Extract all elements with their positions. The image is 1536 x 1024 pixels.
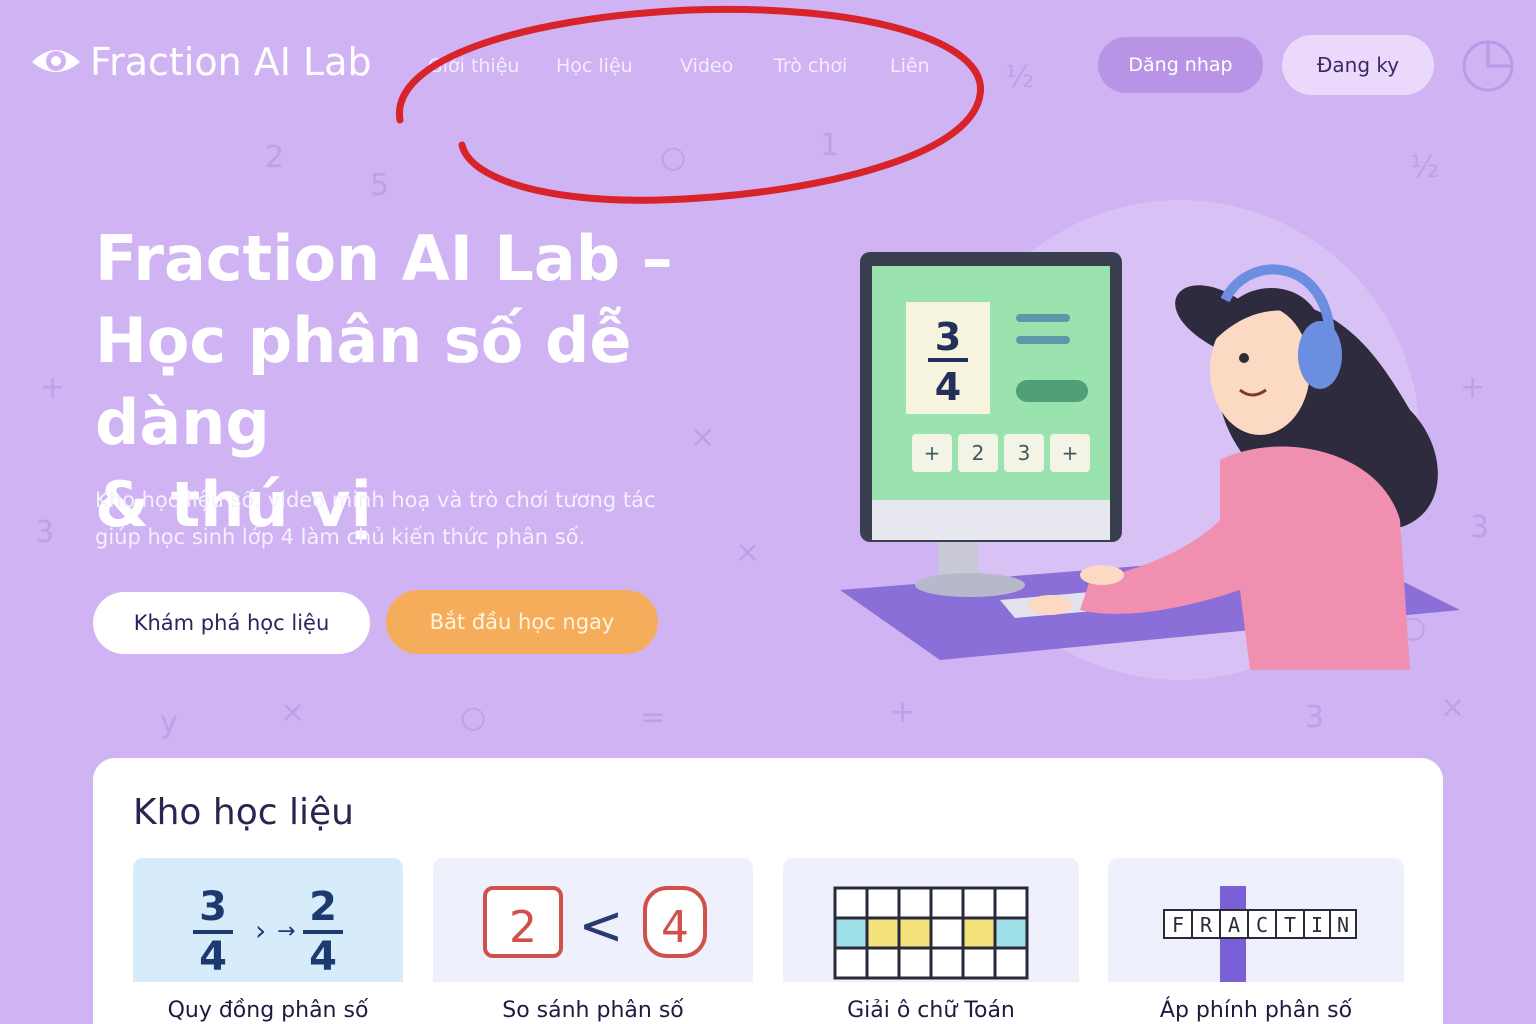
fraction-conversion-icon: 3 4 › → 2 4 xyxy=(133,858,403,982)
card-label: Giải ô chữ Toán xyxy=(847,998,1015,1023)
poster-letter: T xyxy=(1284,913,1296,937)
screen-numerator: 3 xyxy=(935,315,961,359)
hero-subtitle-line-1: Kho học liệu số, video minh hoạ và trò c… xyxy=(95,488,656,512)
screen-denominator: 4 xyxy=(935,365,961,409)
card1-numerator-b: 2 xyxy=(309,884,337,930)
login-button[interactable]: Dăng nhap xyxy=(1098,37,1263,93)
compare-numbers-icon: 2 < 4 xyxy=(433,858,753,982)
nav-item-contact[interactable]: Liên xyxy=(890,55,930,77)
start-learning-button[interactable]: Bắt đầu học ngay xyxy=(386,590,658,654)
card-label: So sánh phân số xyxy=(502,998,684,1023)
poster-letter: F xyxy=(1172,913,1184,937)
card1-denominator-a: 4 xyxy=(199,934,227,980)
card-label: Quy đồng phân số xyxy=(167,998,369,1023)
student-computer-illustration: 3 4 + 2 3 + xyxy=(840,200,1460,680)
poster-letter: I xyxy=(1311,913,1323,937)
word-puzzle-icon: F R A C T I N xyxy=(1108,858,1404,982)
nav-item-intro[interactable]: Giới thiệu xyxy=(428,55,519,77)
svg-text:›: › xyxy=(255,914,266,947)
site-header: Fraction AI Lab Giới thiệu Học liệu Vide… xyxy=(0,0,1536,135)
screen-key-1: + xyxy=(924,441,941,465)
poster-letter: R xyxy=(1200,913,1213,937)
card1-denominator-b: 4 xyxy=(309,934,337,980)
card-math-crossword[interactable]: Giải ô chữ Toán xyxy=(783,858,1079,1024)
screen-key-2: 2 xyxy=(972,441,985,465)
card-label: Áp phính phân số xyxy=(1159,998,1353,1023)
poster-letter: N xyxy=(1337,913,1349,937)
register-button[interactable]: Đang ky xyxy=(1282,35,1434,95)
hero-subtitle-line-2: giúp học sinh lớp 4 làm chủ kiến thức ph… xyxy=(95,525,586,549)
crossword-grid-icon xyxy=(783,858,1079,982)
hero-title-line-1: Fraction AI Lab – xyxy=(95,222,673,295)
poster-letter: C xyxy=(1256,913,1268,937)
nav-item-materials[interactable]: Học liệu xyxy=(556,55,633,77)
card-common-denominator[interactable]: 3 4 › → 2 4 Quy đồng phân số xyxy=(133,858,403,1024)
svg-text:→: → xyxy=(277,919,295,944)
screen-key-4: + xyxy=(1062,441,1079,465)
pie-chart-icon xyxy=(1462,40,1514,92)
explore-materials-button[interactable]: Khám phá học liệu xyxy=(93,592,370,654)
library-title: Kho học liệu xyxy=(133,792,354,833)
card-fraction-poster[interactable]: F R A C T I N Áp phính phân số xyxy=(1108,858,1404,1024)
screen-key-3: 3 xyxy=(1018,441,1031,465)
card-compare-fractions[interactable]: 2 < 4 So sánh phân số xyxy=(433,858,753,1024)
nav-item-video[interactable]: Video xyxy=(680,55,733,77)
hero-title-line-2: Học phân số dễ dàng xyxy=(95,304,632,459)
card1-numerator-a: 3 xyxy=(199,884,227,930)
library-panel: Kho học liệu 3 4 › → 2 4 Quy đồng phân s… xyxy=(93,758,1443,1024)
card2-number-b: 4 xyxy=(661,902,689,953)
nav-item-games[interactable]: Trò chơi xyxy=(774,55,847,77)
card2-number-a: 2 xyxy=(509,902,537,953)
hero-subtitle: Kho học liệu số, video minh hoạ và trò c… xyxy=(95,482,715,556)
card2-operator: < xyxy=(578,894,623,957)
poster-letter: A xyxy=(1228,913,1240,937)
main-nav: Giới thiệu Học liệu Video Trò chơi Liên xyxy=(0,55,1000,85)
